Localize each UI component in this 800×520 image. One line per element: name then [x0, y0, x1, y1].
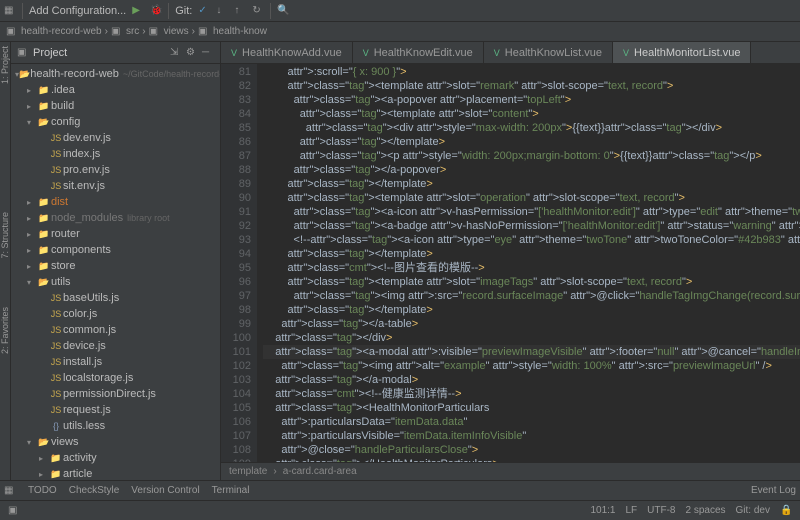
- tree-node[interactable]: ▾📂config: [11, 114, 220, 130]
- event-log-tab[interactable]: Event Log: [751, 485, 796, 496]
- code-editor[interactable]: attr">:scroll="{ x: 900 }"> attr">class=…: [257, 64, 800, 462]
- editor-tabs: VHealthKnowAdd.vueVHealthKnowEdit.vueVHe…: [221, 42, 800, 64]
- breadcrumb-item[interactable]: ▣health-know: [198, 26, 267, 38]
- tree-node[interactable]: ▸📁.idea: [11, 82, 220, 98]
- crumb-item[interactable]: template: [229, 466, 267, 477]
- status-icon[interactable]: ▣: [8, 505, 20, 517]
- checkstyle-tab[interactable]: CheckStyle: [69, 485, 120, 496]
- editor-area: VHealthKnowAdd.vueVHealthKnowEdit.vueVHe…: [221, 42, 800, 480]
- vcs-update-icon[interactable]: ✓: [198, 5, 210, 17]
- breadcrumb-item[interactable]: ▣health-record-web: [6, 26, 102, 38]
- favorites-tool-button[interactable]: 2: Favorites: [0, 307, 10, 354]
- collapse-icon[interactable]: ⇲: [170, 47, 182, 59]
- lock-icon[interactable]: 🔒: [780, 505, 792, 517]
- config-dropdown[interactable]: Add Configuration...: [29, 5, 126, 17]
- encoding[interactable]: UTF-8: [647, 505, 675, 516]
- line-gutter[interactable]: 8182838485868788899091929394959697989910…: [221, 64, 257, 462]
- tree-node[interactable]: ▸📁components: [11, 242, 220, 258]
- line-separator[interactable]: LF: [625, 505, 637, 516]
- project-view-icon: ▣: [17, 47, 29, 59]
- editor-tab[interactable]: VHealthKnowEdit.vue: [353, 42, 484, 63]
- tree-node[interactable]: ▸📁activity: [11, 450, 220, 466]
- bottom-tool-tabs: ▦ TODO CheckStyle Version Control Termin…: [0, 480, 800, 500]
- crumb-item[interactable]: a-card.card-area: [283, 466, 357, 477]
- tree-node[interactable]: JSsit.env.js: [11, 178, 220, 194]
- tree-node[interactable]: JScommon.js: [11, 322, 220, 338]
- indent[interactable]: 2 spaces: [686, 505, 726, 516]
- tree-node[interactable]: JSrequest.js: [11, 402, 220, 418]
- project-tool-button[interactable]: 1: Project: [0, 46, 10, 84]
- tree-node[interactable]: JSindex.js: [11, 146, 220, 162]
- structure-tool-button[interactable]: 7: Structure: [0, 212, 10, 259]
- tree-node[interactable]: JSdev.env.js: [11, 130, 220, 146]
- git-label: Git:: [175, 5, 192, 17]
- status-bar: ▣ 101:1 LF UTF-8 2 spaces Git: dev 🔒: [0, 500, 800, 520]
- gear-icon[interactable]: ⚙: [186, 47, 198, 59]
- tree-node[interactable]: ▸📁node_moduleslibrary root: [11, 210, 220, 226]
- tree-node[interactable]: ▾📂health-record-web~/GitCode/health-reco…: [11, 66, 220, 82]
- editor-tab[interactable]: VHealthKnowList.vue: [484, 42, 613, 63]
- editor-breadcrumb: template› a-card.card-area: [221, 462, 800, 480]
- sidebar-header: ▣ Project ⇲ ⚙ ─: [11, 42, 220, 64]
- main-toolbar: ▦ Add Configuration... ▶ 🐞 Git: ✓ ↓ ↑ ↻ …: [0, 0, 800, 22]
- git-branch[interactable]: Git: dev: [736, 505, 770, 516]
- search-icon[interactable]: 🔍: [277, 5, 289, 17]
- tree-node[interactable]: JSdevice.js: [11, 338, 220, 354]
- breadcrumb-item[interactable]: ▣src: [111, 26, 139, 38]
- tree-node[interactable]: ▾📂views: [11, 434, 220, 450]
- editor-tab[interactable]: VHealthMonitorList.vue: [613, 42, 751, 63]
- tree-node[interactable]: JSinstall.js: [11, 354, 220, 370]
- terminal-tab[interactable]: Terminal: [212, 485, 250, 496]
- vcs-commit-icon[interactable]: ↓: [216, 5, 228, 17]
- tree-node[interactable]: JScolor.js: [11, 306, 220, 322]
- tree-node[interactable]: ▸📁store: [11, 258, 220, 274]
- breadcrumb-item[interactable]: ▣views: [149, 26, 189, 38]
- vcs-tab[interactable]: Version Control: [131, 485, 199, 496]
- tree-node[interactable]: JSbaseUtils.js: [11, 290, 220, 306]
- tree-node[interactable]: ▸📁dist: [11, 194, 220, 210]
- editor-tab[interactable]: VHealthKnowAdd.vue: [221, 42, 353, 63]
- tree-node[interactable]: ▸📁router: [11, 226, 220, 242]
- left-tool-strip: 1: Project 7: Structure 2: Favorites: [0, 42, 11, 480]
- run-icon[interactable]: ▶: [132, 5, 144, 17]
- project-icon[interactable]: ▦: [4, 5, 16, 17]
- tree-node[interactable]: JSlocalstorage.js: [11, 370, 220, 386]
- tool-window-icon[interactable]: ▦: [4, 485, 16, 497]
- todo-tab[interactable]: TODO: [28, 485, 57, 496]
- breadcrumb: ▣health-record-web› ▣src› ▣views› ▣healt…: [0, 22, 800, 42]
- tree-node[interactable]: JSpermissionDirect.js: [11, 386, 220, 402]
- debug-icon[interactable]: 🐞: [150, 5, 162, 17]
- tree-node[interactable]: ▸📁article: [11, 466, 220, 480]
- project-tree[interactable]: ▾📂health-record-web~/GitCode/health-reco…: [11, 64, 220, 480]
- vcs-push-icon[interactable]: ↑: [234, 5, 246, 17]
- vcs-history-icon[interactable]: ↻: [252, 5, 264, 17]
- project-sidebar: ▣ Project ⇲ ⚙ ─ ▾📂health-record-web~/Git…: [11, 42, 221, 480]
- tree-node[interactable]: JSpro.env.js: [11, 162, 220, 178]
- cursor-position[interactable]: 101:1: [590, 505, 615, 516]
- tree-node[interactable]: ▸📁build: [11, 98, 220, 114]
- hide-icon[interactable]: ─: [202, 47, 214, 59]
- tree-node[interactable]: ▾📂utils: [11, 274, 220, 290]
- tree-node[interactable]: {}utils.less: [11, 418, 220, 434]
